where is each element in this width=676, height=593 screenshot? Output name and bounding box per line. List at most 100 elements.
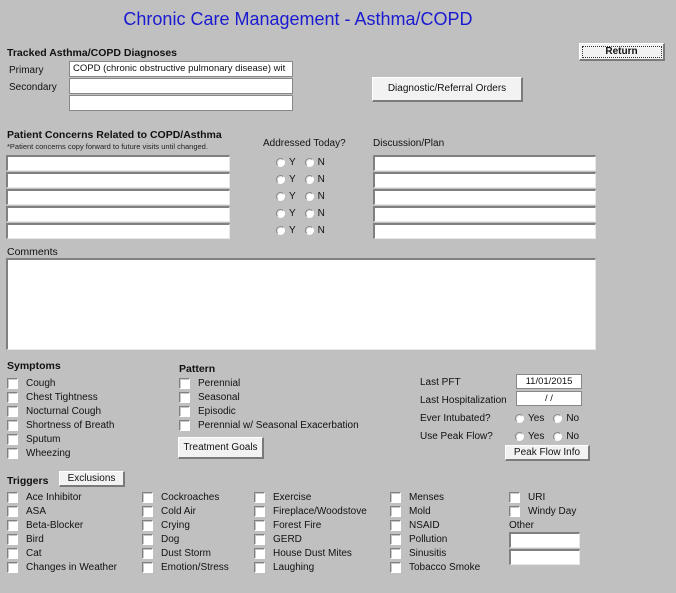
addressed-no-option[interactable]: N [304,157,325,168]
discussion-plan-field[interactable] [373,223,596,239]
ever-intubated-no-option[interactable]: No [553,413,579,424]
symptom-checkbox-item[interactable]: Nocturnal Cough [7,404,114,418]
exclusions-button[interactable]: Exclusions [59,471,125,487]
use-peak-flow-yes-option[interactable]: Yes [515,431,544,442]
trigger-checkbox-item[interactable]: Emotion/Stress [142,560,229,574]
comments-textarea[interactable] [6,258,596,350]
checkbox[interactable] [254,561,265,573]
checkbox[interactable] [142,519,153,531]
addressed-yes-option[interactable]: Y [276,208,296,219]
pattern-checkbox-item[interactable]: Perennial w/ Seasonal Exacerbation [179,418,359,432]
checkbox[interactable] [142,491,153,503]
radio-no[interactable] [304,175,314,184]
checkbox[interactable] [254,491,265,503]
return-button[interactable]: Return [579,43,665,61]
checkbox[interactable] [179,419,190,431]
checkbox[interactable] [7,377,18,389]
checkbox[interactable] [179,377,190,389]
radio-yes[interactable] [515,432,524,441]
trigger-checkbox-item[interactable]: URI [509,490,576,504]
checkbox[interactable] [142,547,153,559]
trigger-checkbox-item[interactable]: Laughing [254,560,367,574]
addressed-no-option[interactable]: N [304,174,325,185]
checkbox[interactable] [390,505,401,517]
pattern-checkbox-item[interactable]: Episodic [179,404,359,418]
trigger-checkbox-item[interactable]: ASA [7,504,117,518]
checkbox[interactable] [509,505,520,517]
radio-yes[interactable] [515,414,524,423]
trigger-checkbox-item[interactable]: Pollution [390,532,480,546]
checkbox[interactable] [509,491,520,503]
addressed-no-option[interactable]: N [304,208,325,219]
checkbox[interactable] [254,519,265,531]
treatment-goals-button[interactable]: Treatment Goals [178,437,264,459]
checkbox[interactable] [254,547,265,559]
symptom-checkbox-item[interactable]: Cough [7,376,114,390]
discussion-plan-field[interactable] [373,206,596,222]
discussion-plan-field[interactable] [373,172,596,188]
checkbox[interactable] [7,405,18,417]
checkbox[interactable] [7,505,18,517]
trigger-checkbox-item[interactable]: GERD [254,532,367,546]
checkbox[interactable] [7,561,18,573]
trigger-checkbox-item[interactable]: Beta-Blocker [7,518,117,532]
addressed-no-option[interactable]: N [304,191,325,202]
trigger-checkbox-item[interactable]: Dog [142,532,229,546]
radio-yes[interactable] [276,175,285,184]
checkbox[interactable] [7,419,18,431]
checkbox[interactable] [7,533,18,545]
primary-diagnosis-field[interactable]: COPD (chronic obstructive pulmonary dise… [69,61,293,77]
concern-field[interactable] [6,155,230,171]
symptom-checkbox-item[interactable]: Chest Tightness [7,390,114,404]
radio-no[interactable] [304,226,314,235]
diagnostic-referral-orders-button[interactable]: Diagnostic/Referral Orders [372,77,523,102]
trigger-checkbox-item[interactable]: House Dust Mites [254,546,367,560]
radio-yes[interactable] [276,209,285,218]
trigger-checkbox-item[interactable]: Cockroaches [142,490,229,504]
checkbox[interactable] [7,491,18,503]
trigger-checkbox-item[interactable]: Bird [7,532,117,546]
concern-field[interactable] [6,172,230,188]
checkbox[interactable] [142,533,153,545]
checkbox[interactable] [179,405,190,417]
trigger-checkbox-item[interactable]: Windy Day [509,504,576,518]
checkbox[interactable] [7,547,18,559]
trigger-checkbox-item[interactable]: Cat [7,546,117,560]
radio-yes[interactable] [276,226,285,235]
trigger-checkbox-item[interactable]: Changes in Weather [7,560,117,574]
checkbox[interactable] [254,533,265,545]
checkbox[interactable] [7,447,18,459]
trigger-checkbox-item[interactable]: Fireplace/Woodstove [254,504,367,518]
trigger-checkbox-item[interactable]: Exercise [254,490,367,504]
checkbox[interactable] [390,561,401,573]
trigger-checkbox-item[interactable]: Menses [390,490,480,504]
trigger-checkbox-item[interactable]: Cold Air [142,504,229,518]
checkbox[interactable] [390,533,401,545]
radio-yes[interactable] [276,158,285,167]
symptom-checkbox-item[interactable]: Sputum [7,432,114,446]
last-pft-field[interactable]: 11/01/2015 [516,374,582,389]
radio-yes[interactable] [276,192,285,201]
checkbox[interactable] [390,491,401,503]
trigger-checkbox-item[interactable]: Tobacco Smoke [390,560,480,574]
checkbox[interactable] [7,391,18,403]
other-trigger-field-1[interactable] [509,532,580,548]
checkbox[interactable] [7,433,18,445]
other-trigger-field-2[interactable] [509,549,580,565]
secondary-diagnosis-field[interactable] [69,78,293,94]
checkbox[interactable] [7,519,18,531]
radio-no[interactable] [304,158,314,167]
concern-field[interactable] [6,189,230,205]
symptom-checkbox-item[interactable]: Shortness of Breath [7,418,114,432]
addressed-no-option[interactable]: N [304,225,325,236]
tertiary-diagnosis-field[interactable] [69,95,293,111]
checkbox[interactable] [142,505,153,517]
trigger-checkbox-item[interactable]: Forest Fire [254,518,367,532]
discussion-plan-field[interactable] [373,155,596,171]
concern-field[interactable] [6,206,230,222]
radio-no[interactable] [304,209,314,218]
trigger-checkbox-item[interactable]: NSAID [390,518,480,532]
trigger-checkbox-item[interactable]: Dust Storm [142,546,229,560]
radio-no[interactable] [553,414,563,423]
ever-intubated-yes-option[interactable]: Yes [515,413,544,424]
